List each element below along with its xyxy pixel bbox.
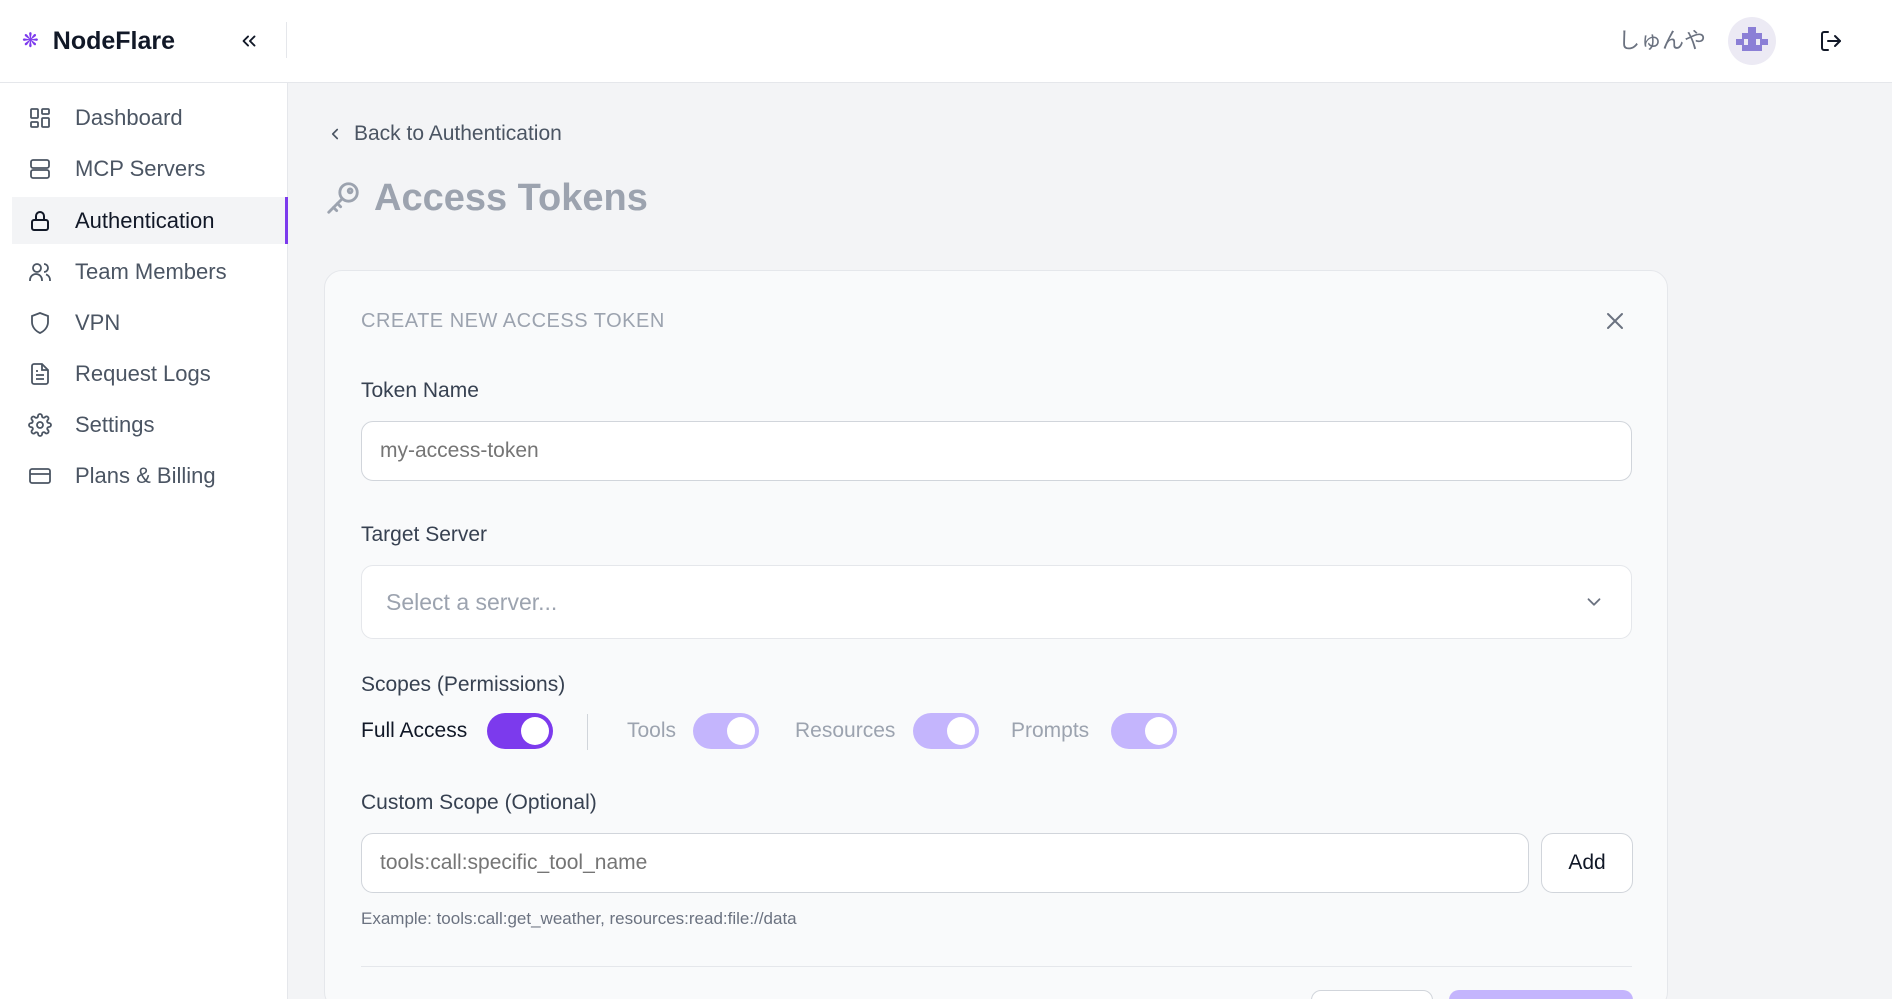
document-icon <box>31 363 49 385</box>
scope-tools-toggle[interactable] <box>693 713 759 749</box>
app-name: NodeFlare <box>52 27 176 55</box>
sidebar-item-label: MCP Servers <box>75 156 206 181</box>
scope-divider <box>587 714 588 750</box>
collapse-sidebar-button[interactable] <box>232 24 266 58</box>
scope-full-access-label: Full Access <box>361 719 468 742</box>
token-name-input[interactable] <box>361 421 1632 481</box>
shield-icon <box>31 312 49 334</box>
custom-scope-label: Custom Scope (Optional) <box>361 791 597 814</box>
toggle-knob <box>727 717 755 745</box>
sidebar-item-label: Settings <box>75 412 155 437</box>
sidebar-item-plans-billing[interactable]: Plans & Billing <box>12 452 288 499</box>
header-divider <box>286 22 287 58</box>
target-server-placeholder: Select a server... <box>386 589 558 615</box>
lock-icon <box>31 211 49 231</box>
sidebar-item-vpn[interactable]: VPN <box>12 299 288 346</box>
close-button[interactable] <box>1601 307 1629 335</box>
sidebar-item-label: Team Members <box>75 259 227 284</box>
scope-prompts-toggle[interactable] <box>1111 713 1177 749</box>
top-header: ❋ NodeFlare しゅんや <box>0 0 1892 83</box>
key-icon <box>327 182 359 214</box>
scopes-label: Scopes (Permissions) <box>361 673 566 696</box>
chevron-left-icon <box>331 128 339 140</box>
target-server-label: Target Server <box>361 523 488 546</box>
create-token-button[interactable] <box>1449 990 1633 999</box>
avatar[interactable] <box>1728 17 1776 65</box>
cancel-button[interactable] <box>1311 990 1433 999</box>
sidebar-item-dashboard[interactable]: Dashboard <box>12 94 288 141</box>
sidebar: Dashboard MCP Servers Authentication Tea… <box>0 83 288 999</box>
sidebar-item-authentication[interactable]: Authentication <box>12 197 288 244</box>
sidebar-item-label: Plans & Billing <box>75 463 216 488</box>
back-to-authentication-link[interactable]: Back to Authentication <box>326 118 562 150</box>
add-scope-button[interactable]: Add <box>1541 833 1633 893</box>
toggle-knob <box>521 717 549 745</box>
scopes-row: Full Access Tools Resources Prompts <box>361 711 1261 751</box>
users-icon <box>29 263 51 281</box>
target-server-select[interactable]: Select a server... <box>361 565 1632 639</box>
card-title: CREATE NEW ACCESS TOKEN <box>361 310 665 332</box>
sidebar-item-label: Dashboard <box>75 105 183 130</box>
back-link-label: Back to Authentication <box>354 122 562 145</box>
logout-button[interactable] <box>1814 24 1848 58</box>
custom-scope-helper: Example: tools:call:get_weather, resourc… <box>361 909 797 928</box>
sidebar-item-label: Request Logs <box>75 361 211 386</box>
server-icon <box>30 159 50 179</box>
page-title: Access Tokens <box>374 177 648 219</box>
token-name-label: Token Name <box>361 379 479 402</box>
sidebar-item-request-logs[interactable]: Request Logs <box>12 350 288 397</box>
scope-resources-toggle[interactable] <box>913 713 979 749</box>
user-name: しゅんや <box>1618 28 1707 53</box>
sidebar-item-label: Authentication <box>75 208 215 233</box>
nodeflare-logo-icon: ❋ <box>22 30 39 52</box>
double-chevron-left-icon <box>242 35 256 47</box>
scope-full-access-toggle[interactable] <box>487 713 553 749</box>
chevron-down-icon <box>1587 598 1601 606</box>
close-icon <box>1607 313 1623 329</box>
scope-resources-label: Resources <box>795 719 896 742</box>
identicon-icon <box>1736 27 1768 51</box>
scope-prompts-label: Prompts <box>1011 719 1090 742</box>
sidebar-item-mcp-servers[interactable]: MCP Servers <box>12 145 288 192</box>
page-heading: Access Tokens <box>324 175 648 221</box>
sidebar-item-team-members[interactable]: Team Members <box>12 248 288 295</box>
brand[interactable]: ❋ NodeFlare <box>22 24 175 58</box>
gear-icon <box>28 413 52 437</box>
logout-icon <box>1821 31 1841 51</box>
card-divider <box>361 966 1632 967</box>
toggle-knob <box>947 717 975 745</box>
create-token-card: CREATE NEW ACCESS TOKEN Token Name Targe… <box>324 270 1668 999</box>
sidebar-item-settings[interactable]: Settings <box>12 401 288 448</box>
scope-tools-label: Tools <box>627 719 677 742</box>
credit-card-icon <box>29 468 51 484</box>
toggle-knob <box>1145 717 1173 745</box>
custom-scope-input[interactable] <box>361 833 1529 893</box>
sidebar-item-label: VPN <box>75 310 121 335</box>
dashboard-icon <box>30 108 50 128</box>
